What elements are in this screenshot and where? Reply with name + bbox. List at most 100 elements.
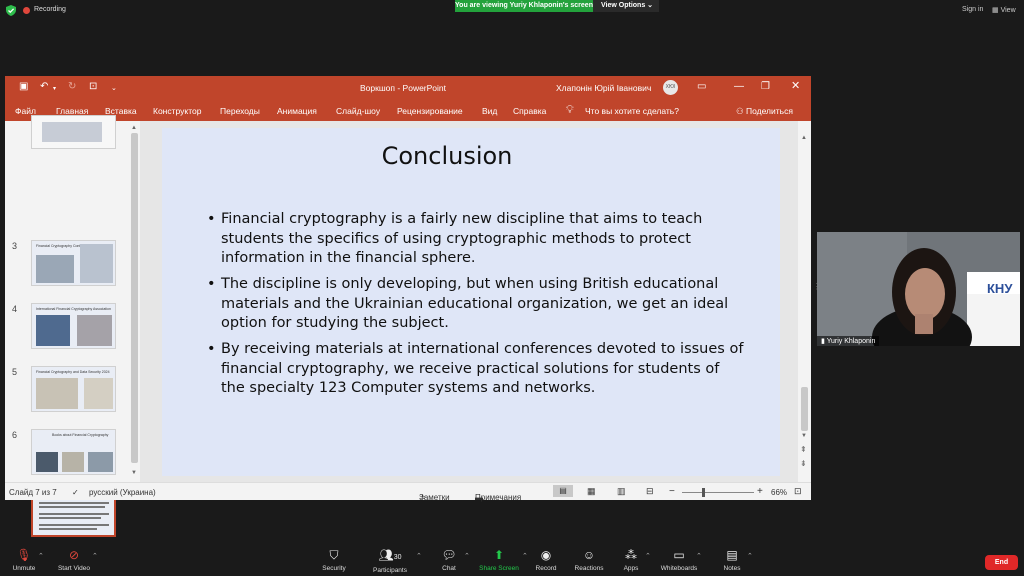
tab-view[interactable]: Вид	[482, 106, 497, 116]
chevron-up-icon[interactable]: ⌃	[696, 552, 702, 560]
slide-number: 6	[12, 430, 18, 440]
bullet-dot: •	[207, 276, 216, 292]
tab-design[interactable]: Конструктор	[153, 106, 201, 116]
next-slide-icon[interactable]: ⇟	[800, 459, 807, 468]
record-label: Record	[535, 565, 557, 572]
slide-bullet[interactable]: • The discipline is only developing, but…	[207, 275, 747, 334]
view-options-button[interactable]: View Options ⌄	[593, 0, 659, 12]
customize-toolbar-icon[interactable]: ⌄	[111, 84, 117, 94]
tab-slideshow[interactable]: Слайд-шоу	[336, 106, 380, 116]
slide-thumbnail-4[interactable]: International Financial Cryptography Ass…	[31, 303, 116, 349]
title-bar: ▣ ↶ ▾ ↻ ⊡ ⌄ Воркшоп - PowerPoint Хлапоні…	[5, 76, 811, 99]
fit-to-window-icon[interactable]: ⊡	[794, 486, 802, 497]
zoom-out-icon[interactable]: −	[669, 486, 675, 497]
undo-dropdown-icon[interactable]: ▾	[53, 84, 56, 94]
participant-name-label: ▮ Yuriy Khlaponin	[817, 336, 880, 346]
participants-icon: 👥︎30	[378, 548, 402, 562]
viewing-screen-banner: You are viewing Yuriy Khlaponin's screen	[455, 0, 593, 12]
slide-thumbnail-pane: 3 Financial Cryptography Conference 1997…	[5, 115, 140, 537]
slide-thumbnail-6[interactable]: Books about Financial Cryptography	[31, 429, 116, 475]
slide-scroll-thumb[interactable]	[801, 387, 808, 431]
sign-in-link[interactable]: Sign in	[962, 6, 983, 13]
current-slide[interactable]: Conclusion • Financial cryptography is a…	[162, 128, 780, 476]
notes-label: Заметки	[419, 493, 450, 502]
slide-number: 4	[12, 304, 18, 314]
spellcheck-icon[interactable]: ✓	[72, 488, 79, 497]
view-options-label: View Options	[601, 2, 646, 9]
slideshow-view-icon[interactable]: ⊟	[646, 486, 654, 497]
slide-thumbnail-3[interactable]: Financial Cryptography Conference 1997	[31, 240, 116, 286]
comments-label: Примечания	[475, 493, 522, 502]
meeting-toolbar: 🎙︎ Unmute ⌃ ⊘ Start Video ⌃ ⛉ Security 👥…	[0, 544, 1024, 576]
restore-icon[interactable]: ❐	[761, 82, 770, 92]
scroll-up-icon[interactable]: ▲	[801, 135, 807, 141]
previous-slide-icon[interactable]: ⇞	[800, 445, 807, 454]
slide-sorter-icon[interactable]: ▦	[587, 486, 596, 497]
chevron-up-icon[interactable]: ⌃	[747, 552, 753, 560]
ribbon-tabs: Файл Главная Вставка Конструктор Переход…	[5, 99, 811, 121]
close-icon[interactable]: ✕	[791, 81, 800, 92]
whiteboards-button[interactable]: ▭ Whiteboards ⌃	[649, 549, 709, 573]
shield-icon: ⛉	[329, 548, 339, 562]
language-indicator[interactable]: русский (Украина)	[89, 488, 156, 497]
share-screen-label: Share Screen	[479, 565, 519, 572]
grid-icon: ▦	[992, 7, 999, 14]
thumbnail-title: Financial Cryptography and Data Security…	[36, 370, 110, 374]
participant-name: Yuriy Khlaponin	[826, 338, 876, 345]
start-video-button[interactable]: ⊘ Start Video ⌃	[44, 549, 104, 573]
slide-bullet[interactable]: • Financial cryptography is a fairly new…	[207, 210, 747, 269]
whiteboards-label: Whiteboards	[660, 565, 698, 572]
end-meeting-button[interactable]: End	[985, 555, 1018, 570]
share-label: Поделиться	[746, 106, 793, 116]
chat-label: Chat	[442, 565, 456, 572]
zoom-in-icon[interactable]: +	[757, 486, 763, 497]
undo-icon[interactable]: ↶	[40, 82, 48, 92]
minimize-icon[interactable]: —	[734, 82, 744, 92]
notes-button[interactable]: ▤ Notes ⌃	[702, 548, 762, 573]
notes-icon: ▤	[726, 548, 738, 562]
slide-title[interactable]: Conclusion	[162, 142, 732, 170]
zoom-slider-handle[interactable]	[702, 488, 705, 497]
lightbulb-icon: 💡︎	[566, 104, 574, 116]
zoom-slider-track[interactable]	[682, 492, 754, 493]
scroll-down-icon[interactable]: ▼	[801, 433, 807, 439]
tab-animations[interactable]: Анимация	[277, 106, 317, 116]
thumbnail-scrollbar[interactable]: ▲ ▼	[128, 121, 140, 482]
slide-thumbnail-5[interactable]: Financial Cryptography and Data Security…	[31, 366, 116, 412]
panel-resize-handle[interactable]: ⋮	[813, 282, 821, 291]
view-button[interactable]: ▦ View	[992, 6, 1016, 14]
thumbnail-scroll-thumb[interactable]	[131, 133, 138, 463]
tell-me-search[interactable]: Что вы хотите сделать?	[585, 106, 679, 116]
tab-review[interactable]: Рецензирование	[397, 106, 463, 116]
share-button[interactable]: ⚇ Поделиться	[736, 106, 793, 117]
start-slideshow-icon[interactable]: ⊡	[89, 82, 97, 92]
security-button[interactable]: ⛉ Security	[304, 548, 364, 573]
slide-thumbnail-2[interactable]	[31, 115, 116, 149]
shield-check-icon[interactable]	[6, 5, 16, 16]
redo-icon[interactable]: ↻	[68, 82, 76, 92]
scroll-up-icon[interactable]: ▲	[131, 125, 137, 131]
chevron-up-icon[interactable]: ⌃	[92, 552, 98, 560]
save-icon[interactable]: ▣	[19, 82, 28, 92]
bullet-text: By receiving materials at international …	[221, 341, 744, 396]
avatar[interactable]: ХЮІ	[663, 80, 678, 95]
tab-help[interactable]: Справка	[513, 106, 546, 116]
recording-dot-icon	[23, 7, 30, 14]
participant-video-tile[interactable]: КНУ ▮ Yuriy Khlaponin	[817, 232, 1020, 346]
participants-label: Participants	[373, 567, 407, 574]
bullet-dot: •	[207, 341, 216, 357]
signal-bars-icon: ▮	[821, 338, 825, 345]
slide-bullet[interactable]: • By receiving materials at internationa…	[207, 340, 747, 399]
participants-button[interactable]: 👥︎30 Participants ⌃	[360, 548, 422, 575]
slide-number: 5	[12, 367, 18, 377]
account-name[interactable]: Хлапонін Юрій Іванович	[556, 83, 651, 93]
reading-view-icon[interactable]: ▥	[617, 486, 626, 497]
scroll-down-icon[interactable]: ▼	[131, 470, 137, 476]
slide-scrollbar[interactable]: ▲ ▼ ⇞ ⇟	[798, 121, 811, 482]
view-label: View	[1000, 7, 1016, 14]
tab-transitions[interactable]: Переходы	[220, 106, 260, 116]
zoom-percent[interactable]: 66%	[771, 488, 787, 497]
chevron-up-icon[interactable]: ⌃	[38, 552, 44, 560]
normal-view-icon[interactable]: ▤	[553, 485, 573, 497]
ribbon-display-options-icon[interactable]: ▭	[697, 82, 706, 92]
